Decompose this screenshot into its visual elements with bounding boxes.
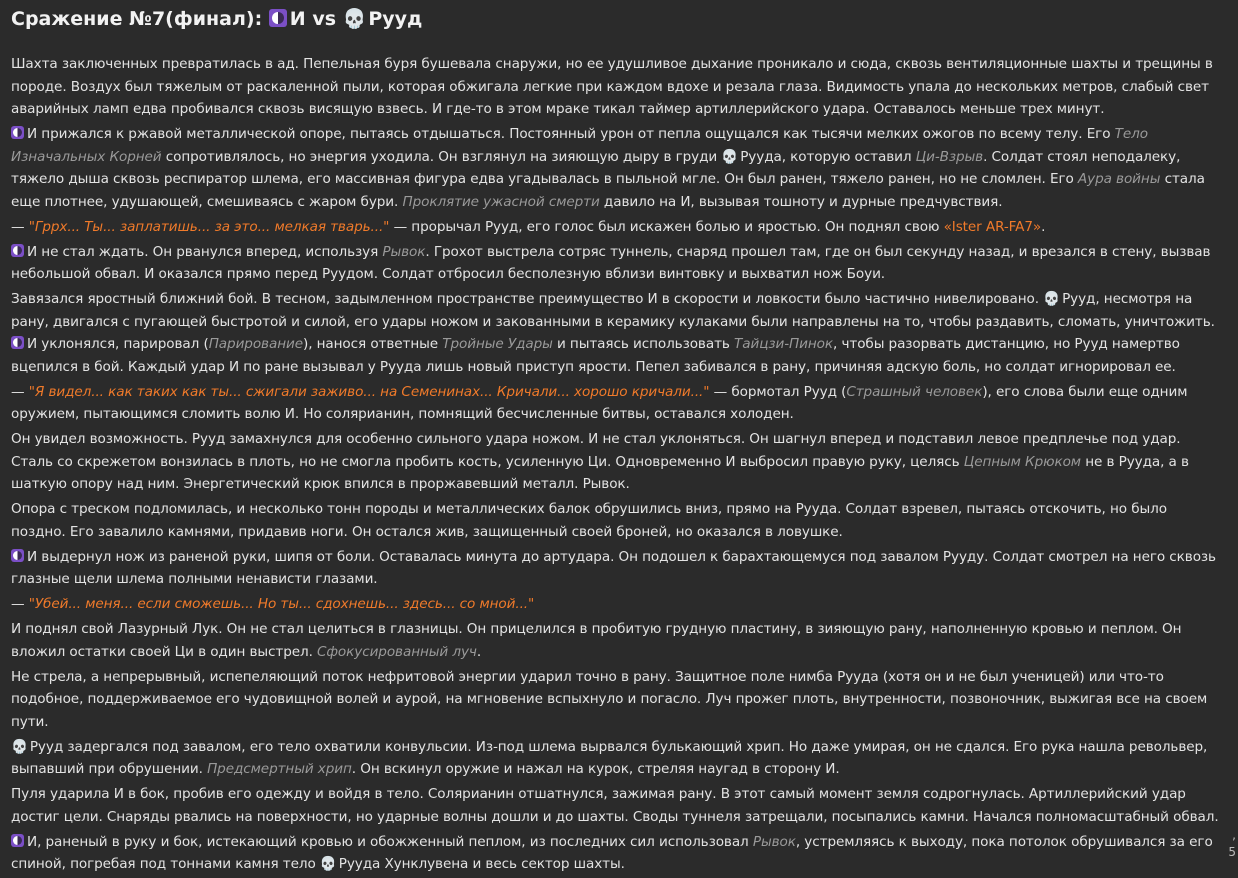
edge-glyph: , xyxy=(1232,828,1236,842)
title-vs: vs xyxy=(305,8,343,30)
yin-yang-icon xyxy=(11,126,24,140)
story-paragraph: Не стрела, а непрерывный, испепеляющий п… xyxy=(11,668,1208,730)
skill-name: Тройные Удары xyxy=(442,336,553,353)
yin-yang-icon xyxy=(11,336,24,350)
fighter1-name: И xyxy=(289,8,306,30)
skill-name: Предсмертный хрип xyxy=(207,761,352,778)
yin-yang-icon xyxy=(11,833,24,847)
story-paragraph: И, раненый в руку и бок, истекающий кров… xyxy=(11,833,1213,873)
skull-icon: 💀 xyxy=(721,148,739,165)
weapon-name: «Ister AR-FA7» xyxy=(943,218,1042,235)
skull-icon: 💀 xyxy=(1043,291,1061,308)
skill-name: Цепным Крюком xyxy=(963,453,1081,470)
title-prefix: Сражение №7(финал): xyxy=(11,8,269,30)
skill-name: Сфокусированный луч xyxy=(317,643,477,660)
skull-icon: 💀 xyxy=(319,856,337,873)
dialogue-paragraph: — "Убей... меня... если сможешь... Но ты… xyxy=(11,596,535,613)
skill-name: Рывок xyxy=(752,833,796,850)
skill-name: Рывок xyxy=(382,243,426,260)
dialogue-paragraph: — "Я видел... как таких как ты... сжигал… xyxy=(11,383,1188,423)
story-paragraph: И поднял свой Лазурный Лук. Он не стал ц… xyxy=(11,621,1182,660)
skill-name: Ци-Взрыв xyxy=(915,148,984,165)
skill-name: Тайцзи-Пинок xyxy=(734,336,833,353)
dialogue-quote: "Убей... меня... если сможешь... Но ты..… xyxy=(28,596,535,613)
skull-icon: 💀 xyxy=(342,8,367,30)
battle-title: Сражение №7(финал): И vs 💀 Рууд xyxy=(11,7,422,30)
dialogue-quote: "Я видел... как таких как ты... сжигали … xyxy=(28,383,710,400)
skill-name: Проклятие ужасной смерти xyxy=(402,193,600,210)
yin-yang-icon xyxy=(268,9,287,27)
story-paragraph: Пуля ударила И в бок, пробив его одежду … xyxy=(11,786,1219,825)
story-paragraph: Завязался яростный ближний бой. В тесном… xyxy=(11,291,1215,375)
story-paragraph: И не стал ждать. Он рванулся вперед, исп… xyxy=(11,243,1211,283)
story-paragraph: И выдернул нож из раненой руки, шипя от … xyxy=(11,548,1216,588)
dialogue-quote: "Гррх... Ты... заплатишь... за это... ме… xyxy=(28,218,390,235)
yin-yang-icon xyxy=(11,548,24,562)
fighter2-name: Рууд xyxy=(368,8,423,30)
skill-name: Страшный человек xyxy=(846,383,983,400)
skill-name: Парирование xyxy=(208,336,303,353)
yin-yang-icon xyxy=(11,243,24,257)
skull-icon: 💀 xyxy=(11,738,28,755)
story-paragraph: Шахта заключенных превратилась в ад. Пеп… xyxy=(11,56,1213,118)
story-paragraph: И прижался к ржавой металлической опоре,… xyxy=(11,126,1205,210)
story-paragraph: Он увидел возможность. Рууд замахнулся д… xyxy=(11,431,1189,493)
skill-name: Аура войны xyxy=(1077,171,1161,188)
edge-glyph: 5 xyxy=(1228,845,1236,859)
story-paragraph: Опора с треском подломилась, и несколько… xyxy=(11,501,1167,540)
battle-story: Шахта заключенных превратилась в ад. Пеп… xyxy=(11,53,1221,878)
dialogue-paragraph: — "Гррх... Ты... заплатишь... за это... … xyxy=(11,218,1046,235)
story-paragraph: 💀 Рууд задергался под завалом, его тело о… xyxy=(11,738,1208,778)
